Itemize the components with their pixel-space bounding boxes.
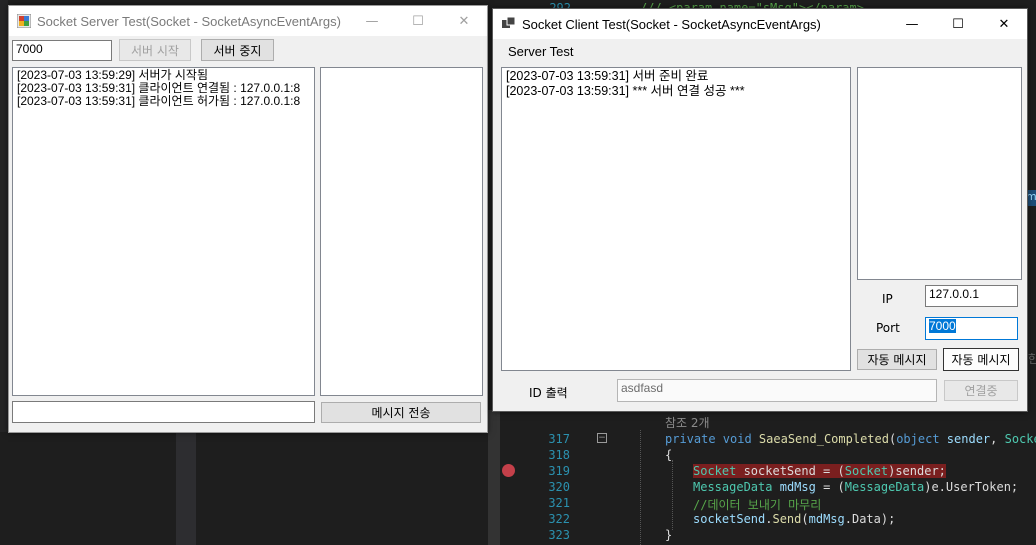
line-number: 318 — [548, 448, 570, 462]
code-reference-count[interactable]: 참조 2개 — [665, 414, 710, 431]
ip-input[interactable]: 127.0.0.1 — [925, 285, 1018, 307]
auto-message-button-1[interactable]: 자동 메시지 — [857, 349, 937, 370]
indent-guide — [640, 430, 641, 545]
code-comment: //데이터 보내기 마무리 — [693, 498, 822, 512]
ip-label: IP — [882, 292, 893, 306]
server-window: Socket Server Test(Socket - SocketAsyncE… — [8, 5, 488, 433]
line-number: 317 — [548, 432, 570, 446]
close-button[interactable]: ✕ — [981, 9, 1027, 39]
id-output-field[interactable]: asdfasd — [617, 379, 937, 402]
log-entry: [2023-07-03 13:59:31] 클라이언트 허가됨 : 127.0.… — [17, 94, 301, 108]
start-server-button[interactable]: 서버 시작 — [119, 39, 191, 61]
code-line: socketSend.Send(mdMsg.Data); — [693, 512, 896, 526]
close-button[interactable]: ✕ — [441, 6, 487, 36]
ide-scroll-strip — [488, 410, 500, 545]
line-number: 320 — [548, 480, 570, 494]
ide-side-glyph-2: 한 — [1028, 352, 1036, 366]
server-titlebar[interactable]: Socket Server Test(Socket - SocketAsyncE… — [9, 6, 487, 36]
code-line: private void SaeaSend_Completed(object s… — [665, 432, 1036, 446]
breakpoint-icon[interactable] — [502, 464, 515, 477]
line-number: 323 — [548, 528, 570, 542]
window-title: Socket Server Test(Socket - SocketAsyncE… — [37, 13, 341, 29]
window-title: Socket Client Test(Socket - SocketAsyncE… — [522, 16, 821, 32]
code-line: MessageData mdMsg = (MessageData)e.UserT… — [693, 480, 1019, 494]
line-number: 321 — [548, 496, 570, 510]
user-list[interactable] — [857, 67, 1022, 280]
server-log-list[interactable]: [2023-07-03 13:59:29] 서버가 시작됨 [2023-07-0… — [12, 67, 315, 396]
auto-message-button-2[interactable]: 자동 메시지 — [943, 348, 1019, 371]
line-number: 322 — [548, 512, 570, 526]
collapse-icon[interactable]: − — [597, 433, 607, 443]
message-input[interactable] — [12, 401, 315, 423]
client-window: Socket Client Test(Socket - SocketAsyncE… — [492, 8, 1028, 412]
client-list[interactable] — [320, 67, 483, 396]
ide-gutter-left — [176, 430, 196, 545]
port-input[interactable]: 7000 — [925, 317, 1018, 340]
menu-item-server-test[interactable]: Server Test — [508, 44, 574, 59]
minimize-button[interactable]: — — [889, 9, 935, 39]
line-number: 319 — [548, 464, 570, 478]
code-line-highlighted: Socket socketSend = (Socket)sender; — [693, 464, 946, 478]
maximize-button[interactable]: ☐ — [395, 6, 441, 36]
client-titlebar[interactable]: Socket Client Test(Socket - SocketAsyncE… — [493, 9, 1027, 39]
stop-server-button[interactable]: 서버 중지 — [201, 39, 274, 61]
log-entry: [2023-07-03 13:59:31] *** 서버 연결 성공 *** — [506, 84, 745, 98]
code-line: } — [665, 528, 673, 542]
maximize-button[interactable]: ☐ — [935, 9, 981, 39]
minimize-button[interactable]: — — [349, 6, 395, 36]
app-icon — [502, 17, 516, 28]
port-input-selection: 7000 — [929, 319, 956, 333]
indent-guide — [672, 460, 673, 530]
ide-bottom-left — [0, 432, 175, 545]
port-label: Port — [876, 321, 900, 335]
log-entry: [2023-07-03 13:59:31] 서버 준비 완료 — [506, 69, 709, 83]
app-icon — [17, 14, 31, 28]
port-input[interactable]: 7000 — [12, 40, 112, 61]
send-message-button[interactable]: 메시지 전송 — [321, 402, 481, 423]
client-log-list[interactable]: [2023-07-03 13:59:31] 서버 준비 완료 [2023-07-… — [501, 67, 851, 371]
id-label: ID 출력 — [529, 386, 568, 400]
connect-button[interactable]: 연결중 — [944, 380, 1018, 401]
